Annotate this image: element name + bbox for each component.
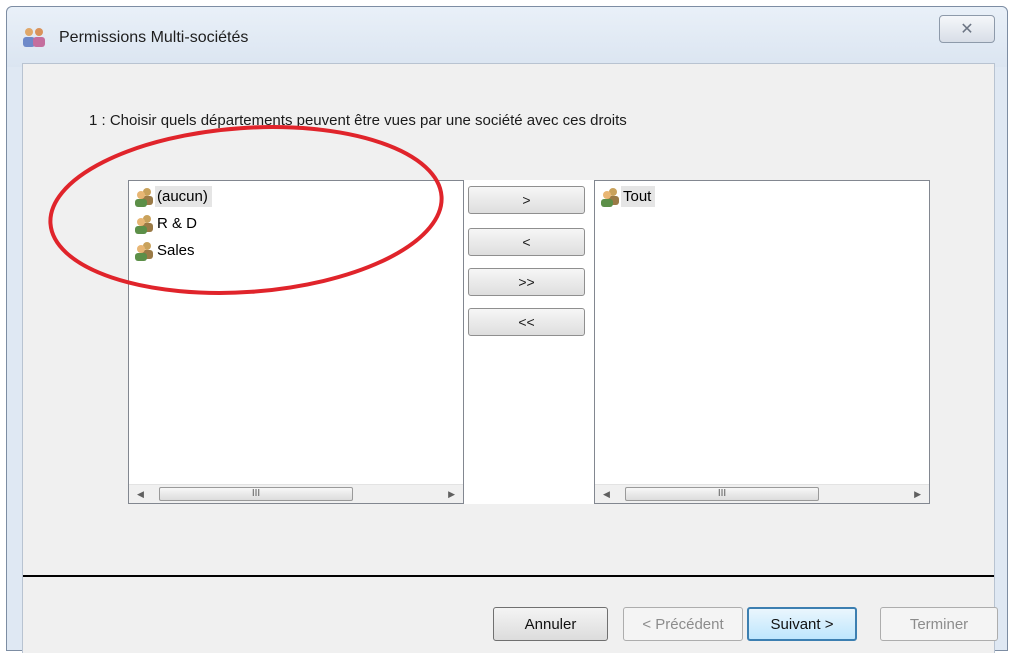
- scroll-left-arrow-icon[interactable]: ◀: [603, 489, 610, 500]
- list-item-label: Sales: [157, 242, 195, 259]
- available-departments-items: (aucun) R & D Sales: [131, 183, 461, 483]
- list-item-label: (aucun): [155, 186, 212, 207]
- finish-button[interactable]: Terminer: [880, 607, 998, 641]
- remove-button[interactable]: <: [468, 228, 585, 256]
- list-item-tout[interactable]: Tout: [597, 183, 927, 210]
- add-all-button[interactable]: >>: [468, 268, 585, 296]
- step-instruction: 1 : Choisir quels départements peuvent ê…: [89, 112, 627, 129]
- cancel-button[interactable]: Annuler: [493, 607, 608, 641]
- list-item-label: R & D: [157, 215, 198, 232]
- add-button[interactable]: >: [468, 186, 585, 214]
- list-item-rd[interactable]: R & D: [131, 210, 461, 237]
- available-departments-list[interactable]: (aucun) R & D Sales ◀ III ▶: [128, 180, 464, 504]
- grip-icon: III: [717, 488, 727, 499]
- window-title: Permissions Multi-sociétés: [59, 29, 249, 46]
- grip-icon: III: [251, 488, 261, 499]
- footer-divider: [23, 575, 994, 577]
- group-icon: [135, 187, 153, 207]
- dialog-content: 1 : Choisir quels départements peuvent ê…: [22, 63, 998, 653]
- dialog-window: Permissions Multi-sociétés ✕ 1 : Choisir…: [6, 6, 1008, 653]
- group-icon: [601, 187, 619, 207]
- scrollbar-thumb[interactable]: III: [159, 487, 353, 501]
- previous-button[interactable]: < Précédent: [623, 607, 743, 641]
- remove-all-button[interactable]: <<: [468, 308, 585, 336]
- multi-company-icon: [23, 28, 45, 47]
- selected-departments-items: Tout: [597, 183, 927, 483]
- group-icon: [135, 214, 153, 234]
- scroll-left-arrow-icon[interactable]: ◀: [137, 489, 144, 500]
- scroll-right-arrow-icon[interactable]: ▶: [448, 489, 455, 500]
- title-bar[interactable]: Permissions Multi-sociétés ✕: [7, 7, 1007, 67]
- next-button[interactable]: Suivant >: [747, 607, 857, 641]
- horizontal-scrollbar[interactable]: ◀ III ▶: [595, 484, 929, 503]
- list-item-label: Tout: [621, 186, 656, 207]
- scrollbar-thumb[interactable]: III: [625, 487, 819, 501]
- list-item-sales[interactable]: Sales: [131, 237, 461, 264]
- group-icon: [135, 241, 153, 261]
- horizontal-scrollbar[interactable]: ◀ III ▶: [129, 484, 463, 503]
- close-button[interactable]: ✕: [939, 15, 995, 43]
- close-icon: ✕: [960, 21, 974, 38]
- selected-departments-list[interactable]: Tout ◀ III ▶: [594, 180, 930, 504]
- scroll-right-arrow-icon[interactable]: ▶: [914, 489, 921, 500]
- list-item-aucun[interactable]: (aucun): [131, 183, 461, 210]
